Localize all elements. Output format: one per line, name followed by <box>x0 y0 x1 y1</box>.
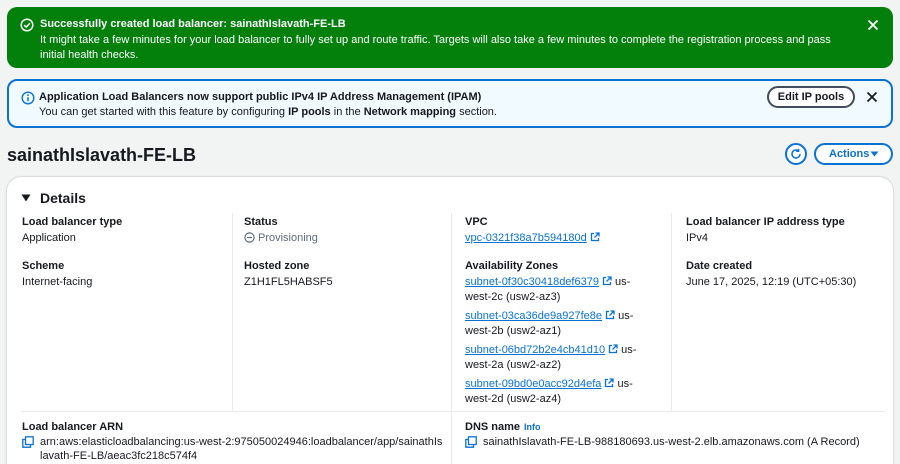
lb-type-label: Load balancer type <box>22 216 123 228</box>
external-link-icon[interactable] <box>590 232 600 242</box>
success-flash-body: It might take a few minutes for your loa… <box>40 34 831 61</box>
ip-type-label: Load balancer IP address type <box>686 216 845 228</box>
external-link-icon[interactable] <box>608 344 618 354</box>
subnet-item: subnet-03ca36de9a927fe8e us-west-2b (usw… <box>465 309 640 339</box>
dns-name-label-text: DNS name <box>465 421 521 433</box>
caret-down-icon <box>870 151 879 157</box>
column-divider <box>232 213 233 411</box>
date-created-label: Date created <box>686 260 753 272</box>
status-label: Status <box>244 216 278 228</box>
dns-name-label: DNS name Info <box>465 421 541 434</box>
subnet-link[interactable]: subnet-09bd0e0acc92d4efa <box>465 378 601 390</box>
actions-button[interactable]: Actions <box>814 143 893 165</box>
info-body-network-mapping: Network mapping <box>363 106 457 118</box>
info-body-ip-pools: IP pools <box>288 106 331 118</box>
row-divider <box>21 411 885 412</box>
external-link-icon[interactable] <box>602 276 612 286</box>
copy-icon[interactable] <box>22 436 34 448</box>
status-value: Provisioning <box>244 231 318 245</box>
external-link-icon[interactable] <box>605 310 615 320</box>
az-label: Availability Zones <box>465 260 559 272</box>
info-body-prefix: You can get started with this feature by… <box>39 106 289 118</box>
arn-label: Load balancer ARN <box>22 421 124 433</box>
hosted-zone-label: Hosted zone <box>244 260 310 272</box>
page-title: sainathIslavath-FE-LB <box>7 145 197 165</box>
subnet-link[interactable]: subnet-03ca36de9a927fe8e <box>465 310 602 322</box>
subnet-item: subnet-09bd0e0acc92d4efa us-west-2d (usw… <box>465 377 640 407</box>
subnet-link[interactable]: subnet-0f30c30418def6379 <box>465 276 599 288</box>
vpc-label: VPC <box>465 216 488 228</box>
info-icon <box>21 91 35 105</box>
edit-ip-pools-button[interactable]: Edit IP pools <box>767 86 855 108</box>
success-check-icon <box>20 18 34 32</box>
column-divider <box>451 213 452 464</box>
refresh-button[interactable] <box>785 143 807 165</box>
refresh-icon <box>791 148 801 159</box>
subnet-item: subnet-06bd72b2e4cb41d10 us-west-2a (usw… <box>465 343 640 373</box>
scheme-value: Internet-facing <box>22 276 93 288</box>
info-body-middle: in the <box>330 106 364 118</box>
ip-type-value: IPv4 <box>686 232 709 244</box>
info-flash-title: Application Load Balancers now support p… <box>39 91 482 103</box>
info-body-suffix: section. <box>456 106 497 118</box>
vpc-link[interactable]: vpc-0321f38a7b594180d <box>465 232 587 244</box>
subnet-item: subnet-0f30c30418def6379 us-west-2c (usw… <box>465 275 640 305</box>
close-icon[interactable] <box>865 90 879 104</box>
pending-status-icon <box>244 232 255 243</box>
vpc-value: vpc-0321f38a7b594180d <box>465 231 600 245</box>
actions-label: Actions <box>829 148 870 160</box>
dns-name-value: sainathIslavath-FE-LB-988180693.us-west-… <box>483 436 860 448</box>
details-heading: Details <box>40 190 86 206</box>
details-panel: Details Load balancer type Application S… <box>7 177 893 464</box>
external-link-icon[interactable] <box>604 378 615 388</box>
hosted-zone-value: Z1H1FL5HABSF5 <box>244 276 333 288</box>
info-flash-body: You can get started with this feature by… <box>39 105 497 119</box>
dns-info-link[interactable]: Info <box>524 422 541 432</box>
date-created-value: June 17, 2025, 12:19 (UTC+05:30) <box>686 276 857 288</box>
lb-type-value: Application <box>22 232 76 244</box>
status-text: Provisioning <box>258 232 318 244</box>
copy-icon[interactable] <box>465 436 477 448</box>
subnet-link[interactable]: subnet-06bd72b2e4cb41d10 <box>465 344 605 356</box>
caret-down-icon <box>21 194 31 202</box>
close-icon[interactable] <box>866 18 880 32</box>
column-divider <box>671 213 672 411</box>
scheme-label: Scheme <box>22 260 65 272</box>
success-flash: Successfully created load balancer: sain… <box>7 7 893 68</box>
success-flash-title: Successfully created load balancer: sain… <box>40 18 346 30</box>
arn-value: arn:aws:elasticloadbalancing:us-west-2:9… <box>40 436 443 462</box>
info-flash: Application Load Balancers now support p… <box>7 79 893 128</box>
